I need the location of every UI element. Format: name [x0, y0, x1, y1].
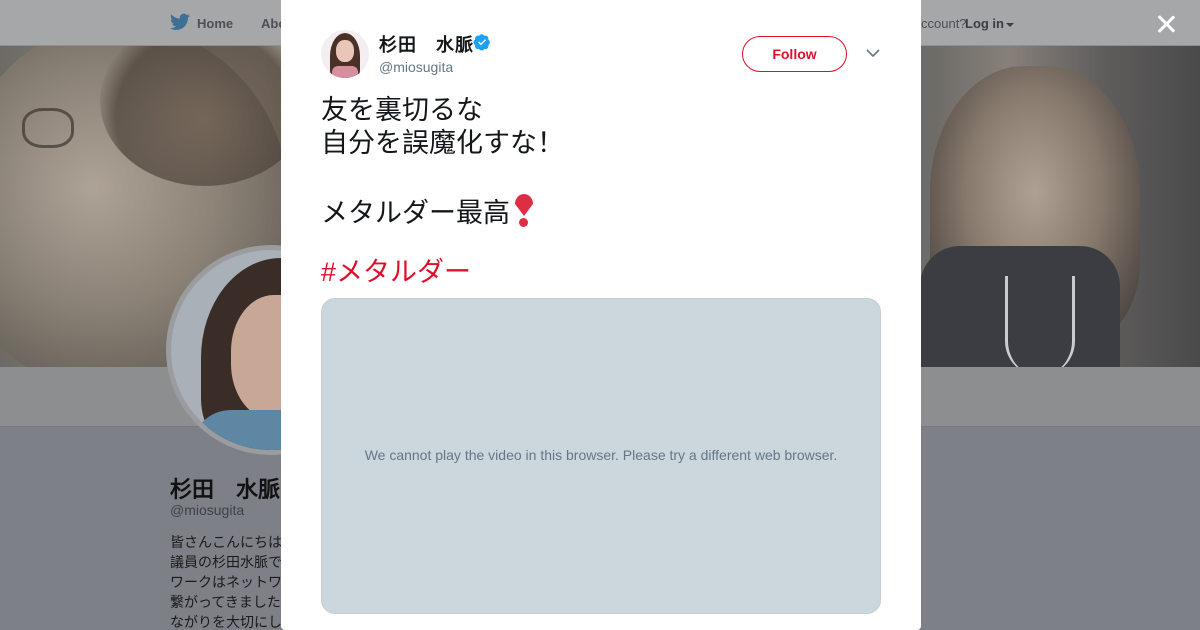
heavy-heart-exclamation-icon [514, 194, 534, 228]
hashtag-link[interactable]: #メタルダー [321, 256, 471, 289]
author-avatar[interactable] [321, 30, 369, 78]
tweet-text-line-with-emoji: メタルダー最高 [321, 194, 881, 230]
follow-button[interactable]: Follow [742, 36, 847, 72]
video-player[interactable]: We cannot play the video in this browser… [321, 298, 881, 614]
tweet-text: 友を裏切るな 自分を誤魔化すな！ メタルダー最高 [321, 94, 881, 230]
author-avatar-top [332, 66, 358, 78]
tweet-text-line: 自分を誤魔化すな！ [321, 128, 564, 158]
author-name[interactable]: 杉田 水脈 [379, 31, 474, 57]
author-handle[interactable]: @miosugita [379, 59, 453, 75]
video-unsupported-message: We cannot play the video in this browser… [364, 447, 838, 463]
close-icon[interactable] [1154, 12, 1178, 36]
tweet-text-line: 友を裏切るな [321, 95, 483, 125]
tweet-text-line: メタルダー最高 [321, 198, 510, 228]
chevron-down-icon[interactable] [866, 48, 880, 58]
author-avatar-face [336, 40, 354, 62]
tweet-modal: 杉田 水脈 @miosugita Follow 友を裏切るな 自分を誤魔化すな！… [281, 0, 921, 630]
verified-badge-icon [473, 34, 490, 51]
